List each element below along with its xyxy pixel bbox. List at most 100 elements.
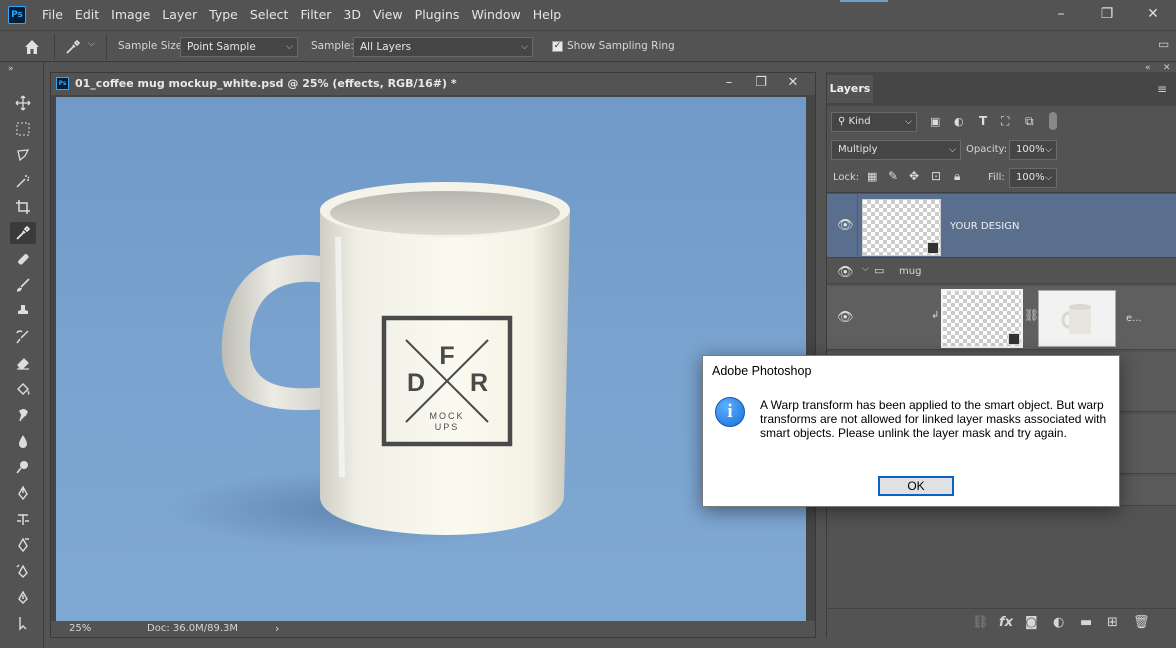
document-title: 01_coffee mug mockup_white.psd @ 25% (ef… [75, 77, 457, 90]
eyedropper-tool-preset-icon[interactable] [64, 38, 82, 56]
lock-pixels-icon[interactable]: ✎ [888, 169, 898, 183]
menu-filter[interactable]: Filter [294, 0, 337, 30]
type-warp-tool-icon[interactable] [10, 508, 36, 530]
visibility-eye-icon[interactable]: 👁︎ [837, 218, 854, 233]
ok-button[interactable]: OK [878, 476, 954, 496]
panel-menu-icon[interactable]: ≡ [1157, 82, 1167, 96]
fill-field[interactable]: 100% ⌵ [1009, 168, 1057, 188]
lock-position-icon[interactable]: ✥ [909, 169, 919, 183]
sample-size-label: Sample Size: [118, 40, 186, 52]
sampling-ring-checkbox[interactable]: ✓ [552, 41, 563, 52]
freeform-pen-tool-icon[interactable] [10, 534, 36, 556]
smart-object-icon [1008, 333, 1020, 345]
minimize-button[interactable]: – [1038, 0, 1084, 30]
clone-stamp-tool-icon[interactable] [10, 300, 36, 322]
history-brush-tool-icon[interactable] [10, 326, 36, 348]
doc-close-button[interactable]: ✕ [777, 74, 809, 92]
options-bar: ⌵ Sample Size: Point Sample ⌵ Sample: Al… [0, 30, 1176, 62]
sampling-ring-label: Show Sampling Ring [567, 40, 675, 52]
filter-toggle[interactable] [1049, 112, 1057, 130]
lock-all-icon[interactable]: 🔒︎ [954, 169, 960, 184]
new-group-icon[interactable]: ▬ [1080, 615, 1092, 630]
dialog-title: Adobe Photoshop [712, 364, 812, 378]
home-icon[interactable] [22, 37, 42, 57]
visibility-eye-icon[interactable]: 👁︎ [837, 310, 854, 325]
tab-layers[interactable]: Layers [827, 75, 873, 103]
menu-3d[interactable]: 3D [337, 0, 367, 30]
anchor-point-tool-icon[interactable] [10, 586, 36, 608]
paint-bucket-tool-icon[interactable] [10, 378, 36, 400]
healing-brush-tool-icon[interactable] [10, 248, 36, 270]
maximize-button[interactable]: ❐ [1084, 0, 1130, 30]
path-selection-tool-icon[interactable] [10, 612, 36, 634]
move-tool-icon[interactable] [10, 92, 36, 114]
smart-object-filter-icon[interactable]: ⧉ [1025, 114, 1034, 129]
new-layer-icon[interactable]: ⊞ [1107, 615, 1118, 630]
layer-name[interactable]: e... [1126, 313, 1142, 324]
menu-help[interactable]: Help [527, 0, 568, 30]
adjustment-filter-icon[interactable]: ◐ [954, 115, 964, 128]
link-icon[interactable]: ⛓ [1024, 308, 1039, 322]
expand-panel-icon[interactable]: » [8, 64, 14, 74]
menu-image[interactable]: Image [105, 0, 156, 30]
smart-object-icon [927, 242, 939, 254]
menu-window[interactable]: Window [465, 0, 526, 30]
canvas[interactable]: F D R MOCK UPS [56, 97, 806, 622]
layer-name[interactable]: YOUR DESIGN [950, 221, 1019, 232]
zoom-level[interactable]: 25% [69, 623, 91, 634]
doc-minimize-button[interactable]: – [713, 74, 745, 92]
magic-wand-tool-icon[interactable] [10, 170, 36, 192]
mug-mockup-image: F D R MOCK UPS [166, 182, 570, 549]
marquee-tool-icon[interactable] [10, 118, 36, 140]
layer-name[interactable]: mug [899, 266, 921, 277]
workspace-icon[interactable]: ▭ [1158, 37, 1169, 51]
lock-artboard-icon[interactable]: ⊡ [931, 169, 941, 183]
eraser-tool-icon[interactable] [10, 352, 36, 374]
menu-edit[interactable]: Edit [69, 0, 105, 30]
type-filter-icon[interactable]: T [979, 114, 987, 128]
menu-type[interactable]: Type [203, 0, 244, 30]
curvature-pen-tool-icon[interactable] [10, 560, 36, 582]
chevron-right-icon[interactable]: › [275, 622, 279, 635]
shape-filter-icon[interactable]: ⛶ [1001, 114, 1009, 129]
lock-transparent-icon[interactable]: ▦ [867, 170, 877, 183]
blend-mode-select[interactable]: Multiply ⌵ [831, 140, 961, 160]
menu-plugins[interactable]: Plugins [409, 0, 466, 30]
blur-tool-icon[interactable] [10, 430, 36, 452]
sample-size-value: Point Sample [187, 41, 256, 53]
kind-filter-select[interactable]: ⚲ Kind ⌵ [831, 112, 917, 132]
adjustment-layer-icon[interactable]: ◐ [1053, 615, 1064, 630]
visibility-eye-icon[interactable]: 👁︎ [837, 265, 854, 280]
menu-view[interactable]: View [367, 0, 409, 30]
doc-maximize-button[interactable]: ❐ [745, 74, 777, 92]
sample-size-select[interactable]: Point Sample ⌵ [180, 37, 298, 57]
dialog-message: A Warp transform has been applied to the… [760, 398, 1107, 440]
lasso-tool-icon[interactable] [10, 144, 36, 166]
sample-select[interactable]: All Layers ⌵ [353, 37, 533, 57]
smudge-tool-icon[interactable] [10, 404, 36, 426]
close-button[interactable]: ✕ [1130, 0, 1176, 30]
trash-icon[interactable]: 🗑︎ [1133, 615, 1150, 630]
brush-tool-icon[interactable] [10, 274, 36, 296]
dodge-tool-icon[interactable] [10, 456, 36, 478]
divider [827, 192, 1176, 193]
fx-icon[interactable]: fx [999, 615, 1013, 630]
layer-mask-thumbnail[interactable] [1038, 290, 1116, 347]
menu-file[interactable]: File [36, 0, 69, 30]
doc-size-info[interactable]: Doc: 36.0M/89.3M [147, 623, 238, 634]
layer-group-row[interactable]: 👁︎ ⌵ ▭ mug [827, 260, 1176, 284]
layer-row[interactable]: 👁︎ ↲ ⛓ e... [827, 286, 1176, 350]
document-tab[interactable]: Ps 01_coffee mug mockup_white.psd @ 25% … [51, 73, 815, 95]
crop-tool-icon[interactable] [10, 196, 36, 218]
eyedropper-tool-icon[interactable] [10, 222, 36, 244]
link-layers-icon[interactable]: ⛓ [972, 615, 989, 630]
add-mask-icon[interactable]: ◙ [1025, 615, 1038, 630]
pen-tool-icon[interactable] [10, 482, 36, 504]
chevron-down-icon[interactable]: ⌵ [88, 39, 95, 49]
chevron-down-icon[interactable]: ⌵ [862, 264, 869, 274]
opacity-field[interactable]: 100% ⌵ [1009, 140, 1057, 160]
menu-select[interactable]: Select [244, 0, 295, 30]
pixel-layer-filter-icon[interactable]: ▣ [930, 115, 940, 128]
layer-row[interactable]: 👁︎ YOUR DESIGN [827, 194, 1176, 258]
menu-layer[interactable]: Layer [156, 0, 203, 30]
